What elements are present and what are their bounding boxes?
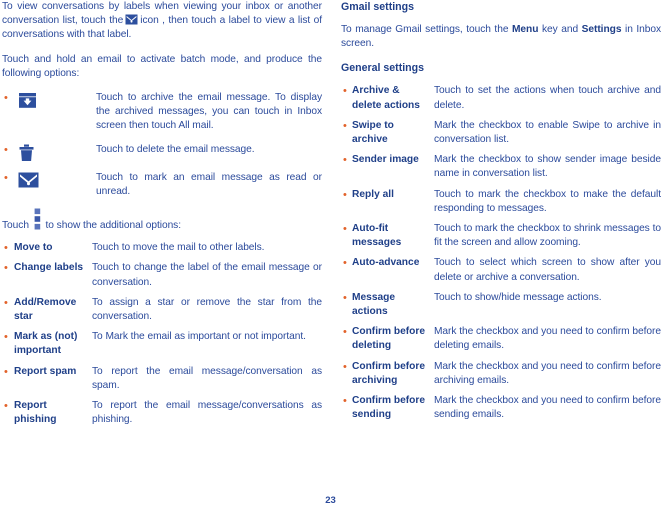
bullet-icon: • xyxy=(343,119,347,132)
bullet-icon: • xyxy=(343,188,347,201)
table-row: • Auto-advance Touch to select which scr… xyxy=(341,256,661,284)
table-row: • Confirm before deleting Mark the check… xyxy=(341,325,661,353)
additional-options-paragraph: Touch to show the additional options: xyxy=(2,208,322,233)
bullet-icon: • xyxy=(4,400,8,413)
bullet-icon: • xyxy=(343,223,347,236)
page-title: Gmail settings xyxy=(341,1,414,13)
setting-term: Auto-fit messages xyxy=(352,223,402,249)
page-number: 23 xyxy=(325,495,336,506)
option-term: Change labels xyxy=(14,262,84,274)
option-description: To Mark the email as important or not im… xyxy=(92,331,306,343)
bullet-icon: • xyxy=(343,395,347,408)
option-term: Report phishing xyxy=(14,400,57,426)
intro-part1: To manage Gmail settings, touch the xyxy=(341,24,509,35)
right-column: Gmail settings To manage Gmail settings,… xyxy=(341,0,661,428)
list-item: • Change labels Touch to change the labe… xyxy=(2,261,322,289)
setting-description: Touch to mark the checkbox to make the d… xyxy=(434,188,661,214)
setting-term: Sender image xyxy=(352,154,419,166)
gmail-settings-intro: To manage Gmail settings, touch the Menu… xyxy=(341,23,661,51)
table-row: • Message actions Touch to show/hide mes… xyxy=(341,291,661,319)
general-settings-heading: General settings xyxy=(341,62,425,75)
list-item: • Move to Touch to move the mail to othe… xyxy=(2,241,322,255)
trash-delete-icon xyxy=(14,143,96,162)
setting-description: Touch to select which screen to show aft… xyxy=(434,257,661,283)
setting-description: Touch to mark the checkbox to shrink mes… xyxy=(434,223,661,249)
setting-description: Mark the checkbox to show sender image b… xyxy=(434,154,661,180)
list-item: • Report spam To report the email messag… xyxy=(2,365,322,393)
setting-term: Message actions xyxy=(352,291,396,318)
envelope-mark-read-icon xyxy=(14,171,96,188)
option-description: Touch to change the label of the email m… xyxy=(92,262,322,288)
list-item: • Touch to archive the email message. To… xyxy=(2,91,322,134)
list-item-description: Touch to archive the email message. To d… xyxy=(96,92,322,132)
left-column: To view conversations by labels when vie… xyxy=(2,0,322,433)
bullet-icon: • xyxy=(4,92,8,105)
bullet-icon: • xyxy=(343,85,347,98)
setting-description: Mark the checkbox and you need to confir… xyxy=(434,395,661,421)
table-row: • Archive & delete actions Touch to set … xyxy=(341,84,661,112)
menu-key-label: Menu xyxy=(512,24,539,35)
setting-term: Confirm before deleting xyxy=(352,326,426,352)
more-options-menu-icon xyxy=(34,208,41,230)
setting-description: Mark the checkbox and you need to confir… xyxy=(434,360,661,386)
list-item: • Touch to delete the email message. xyxy=(2,143,322,162)
bullet-icon: • xyxy=(4,296,8,309)
archive-icon xyxy=(14,91,96,109)
bullet-icon: • xyxy=(343,326,347,339)
table-row: • Swipe to archive Mark the checkbox to … xyxy=(341,119,661,147)
setting-description: Mark the checkbox and you need to confir… xyxy=(434,326,661,352)
setting-term: Reply all xyxy=(352,188,394,200)
setting-description: Mark the checkbox to enable Swipe to arc… xyxy=(434,119,661,146)
intro-part2: key and xyxy=(541,24,579,35)
table-row: • Confirm before archiving Mark the chec… xyxy=(341,360,661,388)
bullet-icon: • xyxy=(343,257,347,270)
additional-paragraph-part1: Touch xyxy=(2,220,29,232)
option-term: Move to xyxy=(14,242,53,254)
bullet-icon: • xyxy=(4,143,8,156)
setting-term: Archive & delete actions xyxy=(352,85,420,111)
list-item-description: Touch to mark an email message as read o… xyxy=(96,171,322,197)
option-term: Report spam xyxy=(14,365,77,377)
setting-term: Auto-advance xyxy=(352,257,420,269)
option-term: Mark as (not) important xyxy=(14,331,78,357)
option-description: To report the email message/conversation… xyxy=(92,400,322,426)
list-item: • Add/Remove star To assign a star or re… xyxy=(2,296,322,324)
bullet-icon: • xyxy=(4,331,8,344)
bullet-icon: • xyxy=(4,242,8,255)
option-description: Touch to move the mail to other labels. xyxy=(92,242,265,254)
additional-paragraph-part2: to show the additional options: xyxy=(45,220,182,232)
setting-term: Confirm before sending xyxy=(352,395,426,421)
batch-mode-paragraph: Touch and hold an email to activate batc… xyxy=(2,53,322,79)
table-row: • Auto-fit messages Touch to mark the ch… xyxy=(341,222,661,250)
manual-page: To view conversations by labels when vie… xyxy=(0,0,661,512)
list-item: • Mark as (not) important To Mark the em… xyxy=(2,330,322,358)
list-item-description: Touch to delete the email message. xyxy=(96,143,255,155)
bullet-icon: • xyxy=(343,291,347,304)
labels-envelope-icon xyxy=(125,14,138,25)
table-row: • Reply all Touch to mark the checkbox t… xyxy=(341,188,661,216)
intro-paragraph: To view conversations by labels when vie… xyxy=(2,0,322,43)
table-row: • Confirm before sending Mark the checkb… xyxy=(341,394,661,422)
option-term: Add/Remove star xyxy=(14,296,77,323)
bullet-icon: • xyxy=(4,262,8,275)
bullet-icon: • xyxy=(4,365,8,378)
setting-term: Swipe to archive xyxy=(352,119,394,146)
setting-description: Touch to set the actions when touch arch… xyxy=(434,85,661,111)
option-description: To report the email message/conversation… xyxy=(92,365,322,391)
bullet-icon: • xyxy=(343,154,347,167)
list-item: • Touch to mark an email message as read… xyxy=(2,171,322,199)
bullet-icon: • xyxy=(4,171,8,184)
setting-term: Confirm before archiving xyxy=(352,360,426,386)
table-row: • Sender image Mark the checkbox to show… xyxy=(341,153,661,181)
bullet-icon: • xyxy=(343,360,347,373)
option-description: To assign a star or remove the star from… xyxy=(92,296,322,323)
list-item: • Report phishing To report the email me… xyxy=(2,399,322,427)
setting-description: Touch to show/hide message actions. xyxy=(434,291,602,303)
settings-label: Settings xyxy=(581,24,622,35)
